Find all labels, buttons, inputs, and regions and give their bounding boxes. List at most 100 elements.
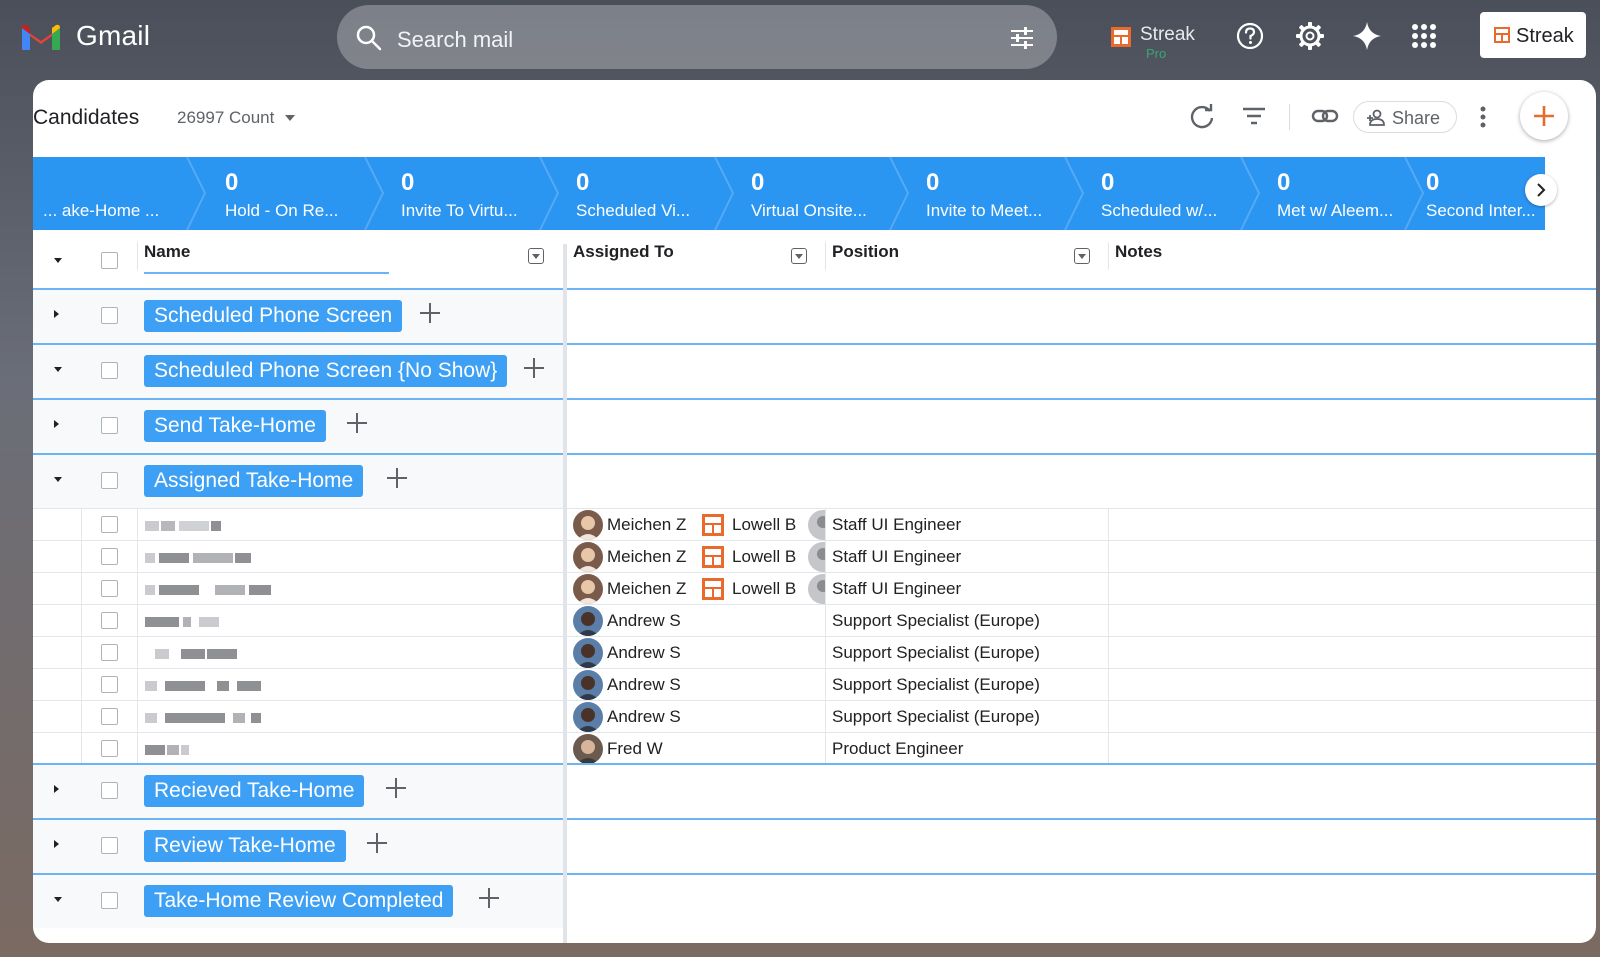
add-box-icon[interactable] xyxy=(523,357,545,379)
stage-name: Invite To Virtu... xyxy=(401,201,518,220)
assigned-column-menu-icon[interactable] xyxy=(791,248,807,264)
column-name-header[interactable]: Name xyxy=(144,242,190,262)
cell-divider xyxy=(825,605,826,637)
stage-name: Hold - On Re... xyxy=(225,201,339,220)
stage-count: 0 xyxy=(1277,169,1291,196)
share-label: Share xyxy=(1392,108,1441,128)
add-box-button[interactable] xyxy=(1520,92,1568,140)
expand-icon[interactable] xyxy=(54,420,59,428)
table-row[interactable]: Meichen Z Lowell B Staff UI Engineer xyxy=(33,508,1596,541)
table-row[interactable]: Meichen Z Lowell B Staff UI Engineer xyxy=(33,572,1596,605)
row-checkbox[interactable] xyxy=(101,740,118,757)
search-icon[interactable] xyxy=(355,24,383,52)
avatar xyxy=(573,702,603,732)
group-checkbox[interactable] xyxy=(101,472,118,489)
add-box-icon[interactable] xyxy=(478,887,500,909)
stage-group-row[interactable]: Scheduled Phone Screen {No Show} xyxy=(33,343,1596,398)
gmail-logo-icon[interactable] xyxy=(20,22,62,52)
record-count[interactable]: 26997 Count xyxy=(177,108,274,128)
name-column-menu-icon[interactable] xyxy=(528,248,544,264)
row-checkbox[interactable] xyxy=(101,516,118,533)
gmail-header: Gmail Search mail Streak Pro Streak xyxy=(0,0,1600,78)
cell-divider xyxy=(825,637,826,669)
assignee-name: Meichen Z xyxy=(607,547,687,566)
group-checkbox[interactable] xyxy=(101,782,118,799)
stage-name: Invite to Meet... xyxy=(926,201,1043,220)
sparkle-icon[interactable] xyxy=(1351,20,1383,52)
stage-separator xyxy=(539,157,560,230)
add-box-icon[interactable] xyxy=(419,302,441,324)
collapse-icon[interactable] xyxy=(54,477,62,482)
stage-group-row[interactable]: Recieved Take-Home xyxy=(33,763,1596,818)
row-checkbox[interactable] xyxy=(101,580,118,597)
stage-separator xyxy=(1404,157,1425,230)
row-checkbox[interactable] xyxy=(101,676,118,693)
column-position-header[interactable]: Position xyxy=(832,242,899,262)
add-box-icon[interactable] xyxy=(346,412,368,434)
group-checkbox[interactable] xyxy=(101,837,118,854)
group-checkbox[interactable] xyxy=(101,892,118,909)
position-value: Staff UI Engineer xyxy=(832,547,962,566)
column-assigned-header[interactable]: Assigned To xyxy=(573,242,674,262)
position-value: Support Specialist (Europe) xyxy=(832,643,1040,662)
pane-splitter[interactable] xyxy=(563,244,567,943)
redacted-name xyxy=(145,617,225,627)
filter-icon[interactable] xyxy=(1240,102,1268,130)
cell-divider xyxy=(825,733,826,765)
more-vert-icon[interactable] xyxy=(1473,102,1493,132)
stage-group-row[interactable]: Assigned Take-Home xyxy=(33,453,1596,508)
column-notes-header[interactable]: Notes xyxy=(1115,242,1162,262)
stage-count: 0 xyxy=(926,169,940,196)
stage-scroll-right-button[interactable] xyxy=(1525,174,1557,206)
expand-icon[interactable] xyxy=(54,840,59,848)
add-box-icon[interactable] xyxy=(385,777,407,799)
row-checkbox[interactable] xyxy=(101,644,118,661)
group-checkbox[interactable] xyxy=(101,307,118,324)
collapse-icon[interactable] xyxy=(54,367,62,372)
group-checkbox[interactable] xyxy=(101,417,118,434)
table-row[interactable]: Meichen Z Lowell B Staff UI Engineer xyxy=(33,540,1596,573)
search-input[interactable]: Search mail xyxy=(397,27,513,53)
gmail-wordmark[interactable]: Gmail xyxy=(76,20,150,52)
select-all-checkbox[interactable] xyxy=(101,252,118,269)
position-value: Staff UI Engineer xyxy=(832,579,962,598)
stage-group-row[interactable]: Send Take-Home xyxy=(33,398,1596,453)
row-checkbox[interactable] xyxy=(101,548,118,565)
link-icon[interactable] xyxy=(1311,102,1339,130)
stage-group-row[interactable]: Take-Home Review Completed xyxy=(33,873,1596,928)
share-button[interactable]: Share xyxy=(1353,101,1457,133)
position-value: Staff UI Engineer xyxy=(832,515,962,534)
gear-icon[interactable] xyxy=(1294,20,1326,52)
stage-group-row[interactable]: Review Take-Home xyxy=(33,818,1596,873)
cell-divider xyxy=(825,573,826,605)
table-row[interactable]: Andrew S Support Specialist (Europe) xyxy=(33,636,1596,669)
position-column-menu-icon[interactable] xyxy=(1074,248,1090,264)
collapse-all-icon[interactable] xyxy=(54,258,62,263)
stage-group-row[interactable]: Scheduled Phone Screen xyxy=(33,288,1596,343)
help-icon[interactable] xyxy=(1234,20,1266,52)
add-box-icon[interactable] xyxy=(386,467,408,489)
group-checkbox[interactable] xyxy=(101,362,118,379)
add-box-icon[interactable] xyxy=(366,832,388,854)
table-row[interactable]: Andrew S Support Specialist (Europe) xyxy=(33,700,1596,733)
row-checkbox[interactable] xyxy=(101,708,118,725)
streak-button[interactable]: Streak xyxy=(1480,12,1586,58)
column-divider xyxy=(1108,242,1109,270)
count-dropdown-icon[interactable] xyxy=(285,115,295,121)
chevron-right-icon xyxy=(1537,183,1546,197)
column-divider xyxy=(137,242,138,270)
toolbar-divider xyxy=(1289,104,1290,130)
table-row[interactable]: Andrew S Support Specialist (Europe) xyxy=(33,604,1596,637)
collapse-icon[interactable] xyxy=(54,897,62,902)
table-row[interactable]: Andrew S Support Specialist (Europe) xyxy=(33,668,1596,701)
refresh-icon[interactable] xyxy=(1188,102,1216,130)
streak-box-icon xyxy=(702,546,724,568)
stage-separator xyxy=(889,157,910,230)
apps-grid-icon[interactable] xyxy=(1408,20,1440,52)
search-options-icon[interactable] xyxy=(1009,25,1035,51)
expand-icon[interactable] xyxy=(54,310,59,318)
search-bar[interactable]: Search mail xyxy=(337,5,1057,69)
expand-icon[interactable] xyxy=(54,785,59,793)
table-row[interactable]: Fred W Product Engineer xyxy=(33,732,1596,765)
row-checkbox[interactable] xyxy=(101,612,118,629)
